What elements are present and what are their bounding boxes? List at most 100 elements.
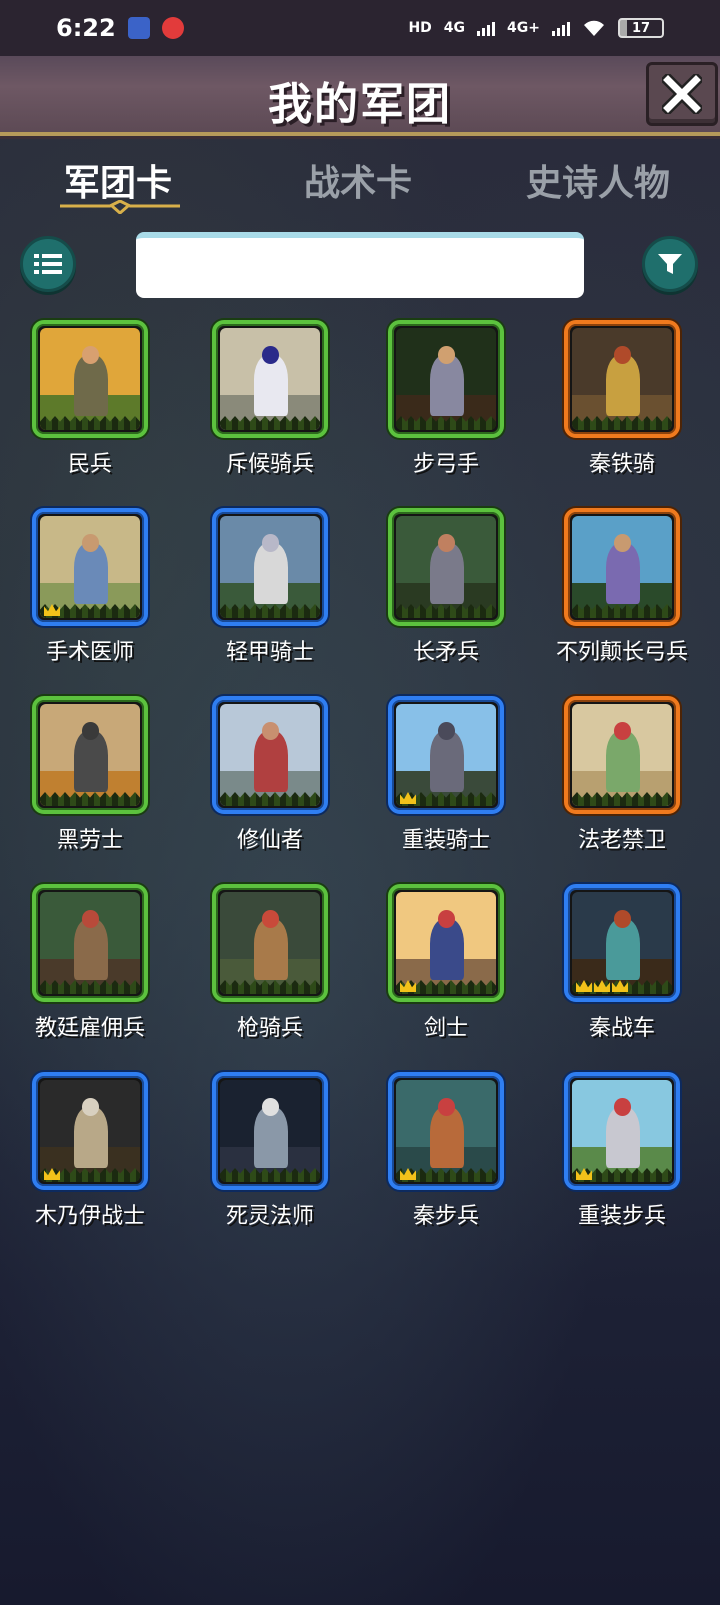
unit-name: 教廷雇佣兵 xyxy=(34,1016,145,1041)
unit-name: 步弓手 xyxy=(412,452,479,477)
unit-portrait xyxy=(220,516,320,618)
unit-portrait-frame xyxy=(32,884,148,1002)
network-4g-label: 4G xyxy=(443,20,466,36)
unit-portrait-frame xyxy=(212,696,328,814)
unit-card[interactable]: 手术医师 xyxy=(5,508,175,688)
unit-portrait xyxy=(396,704,496,806)
unit-card[interactable]: 法老禁卫 xyxy=(537,696,707,876)
star-rank xyxy=(44,1168,60,1180)
unit-name: 秦铁骑 xyxy=(588,452,655,477)
unit-card[interactable]: 秦战车 xyxy=(537,884,707,1064)
unit-portrait xyxy=(572,1080,672,1182)
unit-card[interactable]: 秦步兵 xyxy=(361,1072,531,1252)
list-icon xyxy=(34,254,62,274)
unit-portrait-frame xyxy=(32,508,148,626)
unit-name: 死灵法师 xyxy=(225,1204,314,1229)
unit-portrait xyxy=(220,892,320,994)
status-icons: HD 4G 4G+ 17 xyxy=(408,18,664,38)
unit-name: 枪骑兵 xyxy=(236,1016,303,1041)
unit-card[interactable]: 秦铁骑 xyxy=(537,320,707,500)
unit-portrait xyxy=(572,328,672,430)
tab-legion-cards[interactable]: 军团卡 xyxy=(58,154,178,206)
unit-portrait xyxy=(572,892,672,994)
unit-portrait-frame xyxy=(564,508,680,626)
filter-button[interactable] xyxy=(642,236,698,292)
unit-portrait xyxy=(396,328,496,430)
crown-icon xyxy=(576,980,592,992)
star-rank xyxy=(576,980,628,992)
status-bar: 6:22 HD 4G 4G+ 17 xyxy=(0,0,720,56)
unit-card[interactable]: 轻甲骑士 xyxy=(185,508,355,688)
crown-icon xyxy=(44,1168,60,1180)
unit-name: 重装骑士 xyxy=(401,828,490,853)
list-view-button[interactable] xyxy=(20,236,76,292)
search-input[interactable] xyxy=(136,232,584,298)
header-banner: 我的军团 xyxy=(0,56,720,136)
unit-portrait-frame xyxy=(32,696,148,814)
music-app-icon xyxy=(161,17,184,39)
unit-name: 民兵 xyxy=(67,452,112,477)
star-rank xyxy=(400,980,416,992)
unit-card[interactable]: 不列颠长弓兵 xyxy=(537,508,707,688)
unit-name: 法老禁卫 xyxy=(577,828,666,853)
unit-card[interactable]: 民兵 xyxy=(5,320,175,500)
star-rank xyxy=(400,1168,416,1180)
crown-icon xyxy=(576,1168,592,1180)
unit-card[interactable]: 长矛兵 xyxy=(361,508,531,688)
unit-portrait xyxy=(396,1080,496,1182)
unit-portrait xyxy=(572,704,672,806)
unit-card[interactable]: 斥候骑兵 xyxy=(185,320,355,500)
unit-portrait xyxy=(220,1080,320,1182)
unit-name: 木乃伊战士 xyxy=(34,1204,145,1229)
unit-card[interactable]: 木乃伊战士 xyxy=(5,1072,175,1252)
unit-card[interactable]: 教廷雇佣兵 xyxy=(5,884,175,1064)
tab-tactic-cards[interactable]: 战术卡 xyxy=(298,154,418,206)
unit-name: 修仙者 xyxy=(236,828,303,853)
unit-portrait-frame xyxy=(388,1072,504,1190)
unit-card[interactable]: 死灵法师 xyxy=(185,1072,355,1252)
unit-portrait xyxy=(572,516,672,618)
unit-portrait-frame xyxy=(564,696,680,814)
unit-portrait xyxy=(40,892,140,994)
unit-name: 秦战车 xyxy=(588,1016,655,1041)
unit-portrait-frame xyxy=(388,696,504,814)
tab-epic-characters[interactable]: 史诗人物 xyxy=(522,154,674,206)
unit-portrait-frame xyxy=(564,320,680,438)
unit-name: 黑劳士 xyxy=(56,828,123,853)
unit-card[interactable]: 枪骑兵 xyxy=(185,884,355,1064)
crown-icon xyxy=(594,980,610,992)
unit-name: 不列颠长弓兵 xyxy=(555,640,688,665)
crown-icon xyxy=(44,604,60,616)
unit-name: 轻甲骑士 xyxy=(225,640,314,665)
unit-portrait-frame xyxy=(32,320,148,438)
unit-portrait xyxy=(40,1080,140,1182)
unit-name: 长矛兵 xyxy=(412,640,479,665)
close-icon xyxy=(662,74,702,114)
hd-label: HD xyxy=(408,20,432,36)
unit-portrait xyxy=(220,704,320,806)
unit-name: 斥候骑兵 xyxy=(225,452,314,477)
unit-card[interactable]: 剑士 xyxy=(361,884,531,1064)
unit-portrait-frame xyxy=(388,320,504,438)
status-time: 6:22 xyxy=(56,14,116,42)
unit-card[interactable]: 步弓手 xyxy=(361,320,531,500)
close-button[interactable] xyxy=(646,62,718,126)
unit-name: 重装步兵 xyxy=(577,1204,666,1229)
unit-card[interactable]: 修仙者 xyxy=(185,696,355,876)
crown-icon xyxy=(612,980,628,992)
unit-card[interactable]: 重装步兵 xyxy=(537,1072,707,1252)
signal-icon xyxy=(477,20,496,36)
unit-portrait-frame xyxy=(212,508,328,626)
battery-icon: 17 xyxy=(618,18,664,38)
crown-icon xyxy=(400,980,416,992)
unit-portrait xyxy=(396,892,496,994)
filter-icon xyxy=(658,254,682,274)
unit-name: 手术医师 xyxy=(45,640,134,665)
unit-card[interactable]: 重装骑士 xyxy=(361,696,531,876)
crown-icon xyxy=(400,792,416,804)
unit-portrait xyxy=(40,328,140,430)
star-rank xyxy=(44,604,60,616)
signal-icon-2 xyxy=(552,20,570,36)
unit-card[interactable]: 黑劳士 xyxy=(5,696,175,876)
star-rank xyxy=(400,792,416,804)
